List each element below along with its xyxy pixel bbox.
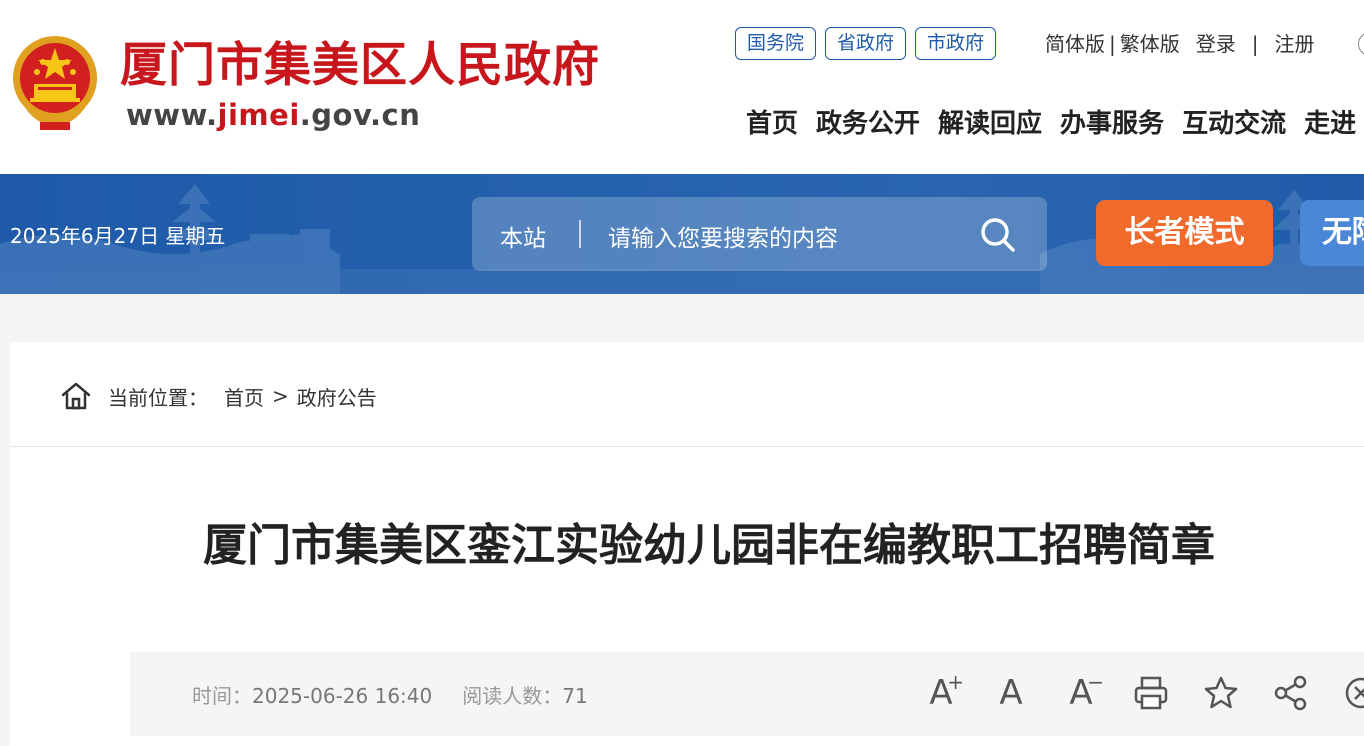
- nav-interaction[interactable]: 互动交流: [1182, 104, 1286, 144]
- link-provincial-gov[interactable]: 省政府: [825, 27, 907, 60]
- share-icon[interactable]: [1272, 672, 1310, 714]
- top-links: 简体版 | 繁体版 登录 | 注册: [1045, 30, 1315, 58]
- site-url[interactable]: www.jimei.gov.cn: [126, 98, 420, 132]
- breadcrumb-current[interactable]: 政府公告: [297, 382, 377, 411]
- font-decrease-icon[interactable]: A −: [1062, 670, 1104, 714]
- main-nav: 首页 政务公开 解读回应 办事服务 互动交流 走进: [746, 104, 1356, 144]
- article-meta-bar: 时间：2025-06-26 16:40 阅读人数：71 A + A A −: [130, 652, 1364, 736]
- search-input[interactable]: 请输入您要搜索的内容: [608, 219, 838, 253]
- login-link[interactable]: 登录: [1196, 30, 1236, 58]
- site-url-suffix: .gov.cn: [299, 98, 421, 132]
- favorite-star-icon[interactable]: [1202, 672, 1240, 714]
- views-count: 71: [562, 684, 588, 708]
- national-emblem-icon[interactable]: [10, 34, 100, 132]
- site-url-highlight: jimei: [217, 98, 300, 132]
- breadcrumb-divider: [10, 446, 1364, 447]
- breadcrumb-separator: >: [272, 384, 289, 408]
- search-icon[interactable]: [980, 217, 1016, 253]
- nav-interpretation[interactable]: 解读回应: [938, 104, 1042, 144]
- traditional-version-link[interactable]: 繁体版: [1120, 30, 1180, 58]
- nav-home[interactable]: 首页: [746, 104, 798, 144]
- simplified-version-link[interactable]: 简体版: [1045, 30, 1105, 58]
- font-increase-icon[interactable]: A +: [922, 670, 964, 714]
- site-url-prefix: www.: [126, 98, 218, 132]
- auth-separator: |: [1251, 32, 1259, 56]
- time-label: 时间：: [192, 684, 252, 708]
- link-city-gov[interactable]: 市政府: [915, 27, 997, 60]
- font-default-icon[interactable]: A: [992, 672, 1030, 714]
- elder-mode-button[interactable]: 长者模式: [1096, 200, 1273, 266]
- breadcrumb-label: 当前位置：: [108, 385, 208, 410]
- link-state-council[interactable]: 国务院: [735, 27, 817, 60]
- breadcrumb-home[interactable]: 首页: [224, 382, 264, 411]
- version-separator: |: [1109, 32, 1116, 56]
- search-scope-select[interactable]: 本站: [500, 219, 546, 253]
- home-icon[interactable]: [60, 380, 92, 412]
- publish-time: 2025-06-26 16:40: [252, 684, 433, 708]
- current-date: 2025年6月27日 星期五: [10, 224, 226, 248]
- article-title: 厦门市集美区銮江实验幼儿园非在编教职工招聘简章: [203, 520, 1215, 571]
- nav-gov-affairs[interactable]: 政务公开: [816, 104, 920, 144]
- search-divider: [579, 220, 581, 248]
- banner: 2025年6月27日 星期五 本站 请输入您要搜索的内容 长者模式 无障: [0, 174, 1364, 294]
- article-tools: A + A A −: [922, 670, 1364, 714]
- nav-services[interactable]: 办事服务: [1060, 104, 1164, 144]
- register-link[interactable]: 注册: [1275, 30, 1315, 58]
- views-label: 阅读人数：: [462, 684, 563, 708]
- search-bar[interactable]: 本站 请输入您要搜索的内容: [472, 197, 1047, 271]
- article-panel: 当前位置： 首页 > 政府公告 厦门市集美区銮江实验幼儿园非在编教职工招聘简章 …: [10, 342, 1364, 746]
- article-info: 时间：2025-06-26 16:40 阅读人数：71: [192, 680, 588, 709]
- site-name[interactable]: 厦门市集美区人民政府: [120, 36, 600, 96]
- user-icon[interactable]: [1358, 32, 1364, 56]
- accessibility-mode-button[interactable]: 无障: [1300, 200, 1364, 266]
- nav-explore[interactable]: 走进: [1304, 104, 1356, 144]
- breadcrumb: 当前位置： 首页 > 政府公告: [60, 380, 377, 412]
- close-icon[interactable]: [1342, 672, 1364, 714]
- site-header: 厦门市集美区人民政府 www.jimei.gov.cn 国务院 省政府 市政府 …: [0, 0, 1364, 174]
- gov-links: 国务院 省政府 市政府: [735, 27, 997, 60]
- print-icon[interactable]: [1132, 672, 1170, 714]
